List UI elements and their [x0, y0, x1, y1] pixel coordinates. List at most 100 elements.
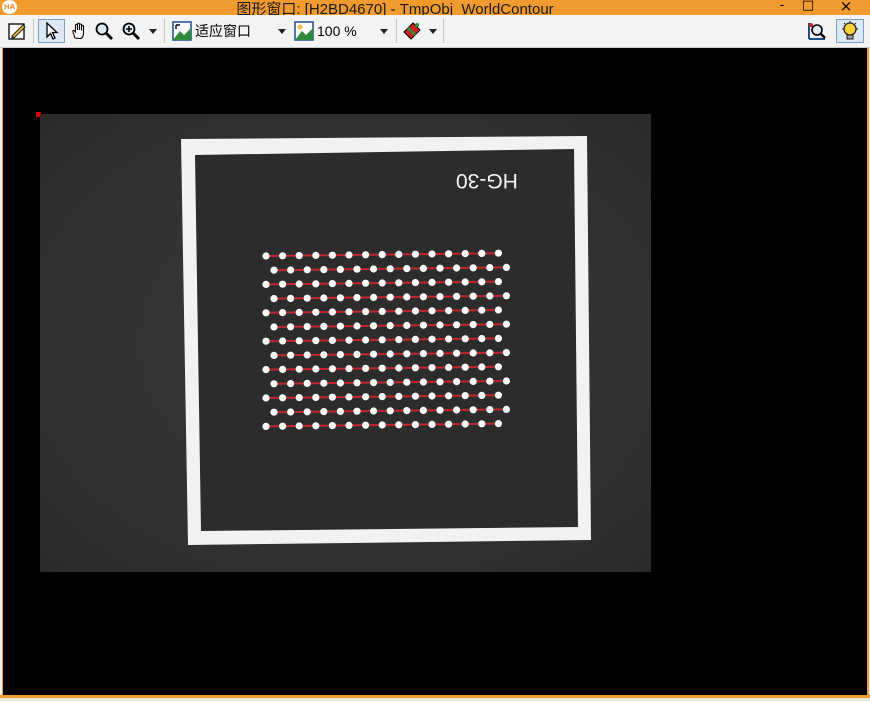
calibration-dot — [461, 335, 469, 343]
calibration-dot — [502, 320, 510, 328]
calibration-dot — [386, 322, 394, 330]
calibration-dot — [270, 266, 278, 274]
calibration-dot — [486, 406, 494, 414]
zoom-tool-button[interactable] — [118, 19, 144, 43]
fit-window-dropdown[interactable] — [274, 19, 290, 43]
calibration-dot — [419, 406, 427, 414]
calibration-dot — [287, 266, 295, 274]
calibration-dot — [411, 421, 419, 429]
calibration-dot — [362, 421, 370, 429]
calibration-dot — [336, 265, 344, 273]
pointer-tool-button[interactable] — [38, 19, 65, 43]
lightbulb-icon — [842, 21, 858, 40]
calibration-dot — [303, 323, 311, 331]
calibration-dot — [270, 351, 278, 359]
calibration-dot — [262, 309, 270, 317]
calibration-dot — [336, 379, 344, 387]
fit-window-select[interactable]: 适应窗口 — [195, 19, 261, 43]
zoom-level-icon-button[interactable] — [292, 19, 316, 43]
close-button[interactable]: × — [834, 0, 858, 14]
calibration-dot — [320, 379, 328, 387]
calibration-dot — [445, 392, 453, 400]
calibration-dot — [411, 335, 419, 343]
calibration-dot — [395, 392, 403, 400]
light-toggle-button[interactable] — [836, 19, 864, 43]
calibration-dot — [486, 349, 494, 357]
calibration-dot — [461, 392, 469, 400]
calibration-dot — [262, 252, 270, 260]
calibration-dot — [453, 321, 461, 329]
color-tool-button[interactable] — [400, 19, 424, 43]
calibration-dot — [428, 420, 436, 428]
calibration-dot — [328, 251, 336, 259]
calibration-dot — [428, 392, 436, 400]
calibration-dot — [395, 250, 403, 258]
calibration-dot — [478, 335, 486, 343]
calibration-dot — [279, 365, 287, 373]
calibration-dot — [336, 294, 344, 302]
cursor-icon — [45, 21, 59, 40]
calibration-dot — [411, 307, 419, 315]
calibration-dot — [486, 292, 494, 300]
calibration-dot — [370, 265, 378, 273]
inspect-button[interactable] — [804, 19, 830, 43]
calibration-dot — [419, 264, 427, 272]
calibration-dot — [494, 334, 502, 342]
calibration-dot — [328, 422, 336, 430]
calibration-dot — [436, 293, 444, 301]
calibration-dot — [461, 306, 469, 314]
calibration-dot — [279, 422, 287, 430]
inspect-icon — [808, 23, 826, 40]
zoom-level-dropdown[interactable] — [376, 19, 392, 43]
calibration-plate — [181, 136, 591, 545]
calibration-dot — [461, 278, 469, 286]
calibration-dot — [395, 336, 403, 344]
calibration-dot — [328, 308, 336, 316]
calibration-dot — [494, 278, 502, 286]
calibration-dot — [303, 408, 311, 416]
calibration-dot — [461, 363, 469, 371]
calibration-image[interactable] — [40, 114, 651, 572]
calibration-dot — [419, 378, 427, 386]
minimize-button[interactable]: - — [770, 0, 794, 14]
calibration-dot — [502, 349, 510, 357]
calibration-dot — [411, 392, 419, 400]
calibration-dot — [445, 420, 453, 428]
calibration-dot — [386, 293, 394, 301]
calibration-dot — [502, 263, 510, 271]
calibration-dot — [262, 280, 270, 288]
calibration-dot — [445, 250, 453, 258]
color-tool-dropdown[interactable] — [426, 19, 440, 43]
title-bar[interactable]: HA 图形窗口: [H2BD4670] - TmpObj_WorldContou… — [0, 0, 870, 18]
calibration-dot — [287, 294, 295, 302]
calibration-dot — [428, 250, 436, 258]
calibration-dot — [403, 321, 411, 329]
fit-window-icon-button[interactable] — [170, 19, 194, 43]
calibration-dot — [478, 391, 486, 399]
calibration-dot — [370, 293, 378, 301]
calibration-dot — [312, 365, 320, 373]
calibration-dot — [494, 306, 502, 314]
zoom-level-select[interactable]: 100 % — [317, 19, 373, 43]
pan-tool-button[interactable] — [67, 19, 91, 43]
calibration-dot — [336, 351, 344, 359]
calibration-dot — [287, 323, 295, 331]
draw-button[interactable] — [4, 19, 30, 43]
calibration-dot — [469, 292, 477, 300]
calibration-dot — [262, 394, 270, 402]
magnifier-icon — [95, 22, 114, 41]
magnify-tool-button[interactable] — [93, 19, 115, 43]
calibration-dot — [312, 337, 320, 345]
calibration-dot — [353, 322, 361, 330]
calibration-dot — [378, 251, 386, 259]
calibration-dot — [370, 350, 378, 358]
maximize-button[interactable]: □ — [796, 0, 820, 14]
plate-label: HG-30 — [456, 169, 518, 192]
calibration-dot — [428, 278, 436, 286]
calibration-dot — [312, 251, 320, 259]
calibration-dot — [428, 307, 436, 315]
calibration-dot — [362, 308, 370, 316]
calibration-dot — [279, 252, 287, 260]
calibration-dot — [362, 364, 370, 372]
zoom-dropdown[interactable] — [146, 19, 160, 43]
